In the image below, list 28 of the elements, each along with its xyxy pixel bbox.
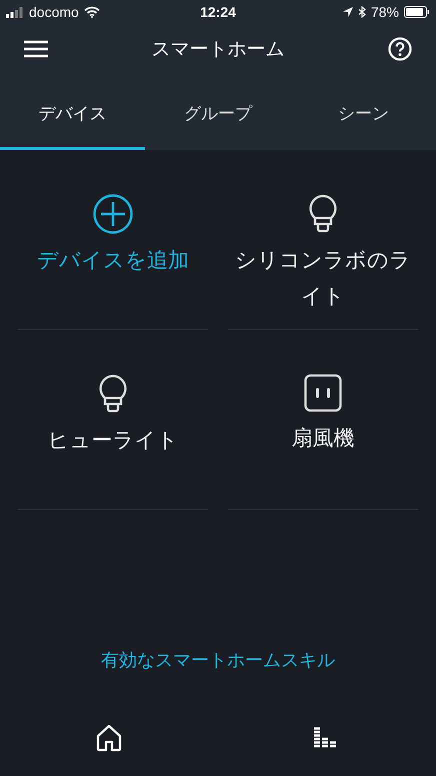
- help-icon[interactable]: [388, 37, 412, 61]
- home-icon[interactable]: [95, 724, 123, 752]
- light-bulb-icon: [98, 374, 128, 414]
- tab[interactable]: グループ: [145, 74, 291, 150]
- wifi-icon: [84, 6, 100, 18]
- battery-percent: 78%: [370, 4, 399, 20]
- device-name: ヒューライト: [48, 427, 178, 454]
- light-bulb-icon: [308, 194, 338, 234]
- device-tile[interactable]: デバイスを追加: [18, 150, 208, 330]
- signal-icon: [6, 6, 24, 18]
- add-icon: [93, 194, 133, 234]
- device-tile[interactable]: 扇風機: [228, 330, 418, 510]
- tab[interactable]: デバイス: [0, 74, 146, 150]
- device-name: 扇風機: [292, 425, 354, 452]
- device-name: デバイスを追加: [37, 247, 189, 274]
- location-icon: [342, 7, 353, 17]
- menu-icon[interactable]: [24, 40, 48, 58]
- clock-time: 12:24: [200, 4, 236, 20]
- tab[interactable]: シーン: [290, 74, 436, 150]
- smart-home-skills-link[interactable]: 有効なスマートホームスキル: [101, 648, 335, 672]
- carrier-name: docomo: [29, 4, 79, 20]
- device-tile[interactable]: ヒューライト: [18, 330, 208, 510]
- device-name: シリコンラボのライト: [234, 247, 412, 310]
- outlet-icon: [304, 374, 342, 412]
- battery-icon: [404, 6, 430, 18]
- device-tile[interactable]: シリコンラボのライト: [228, 150, 418, 330]
- screen-title: スマートホーム: [152, 37, 284, 62]
- bluetooth-icon: [358, 6, 366, 18]
